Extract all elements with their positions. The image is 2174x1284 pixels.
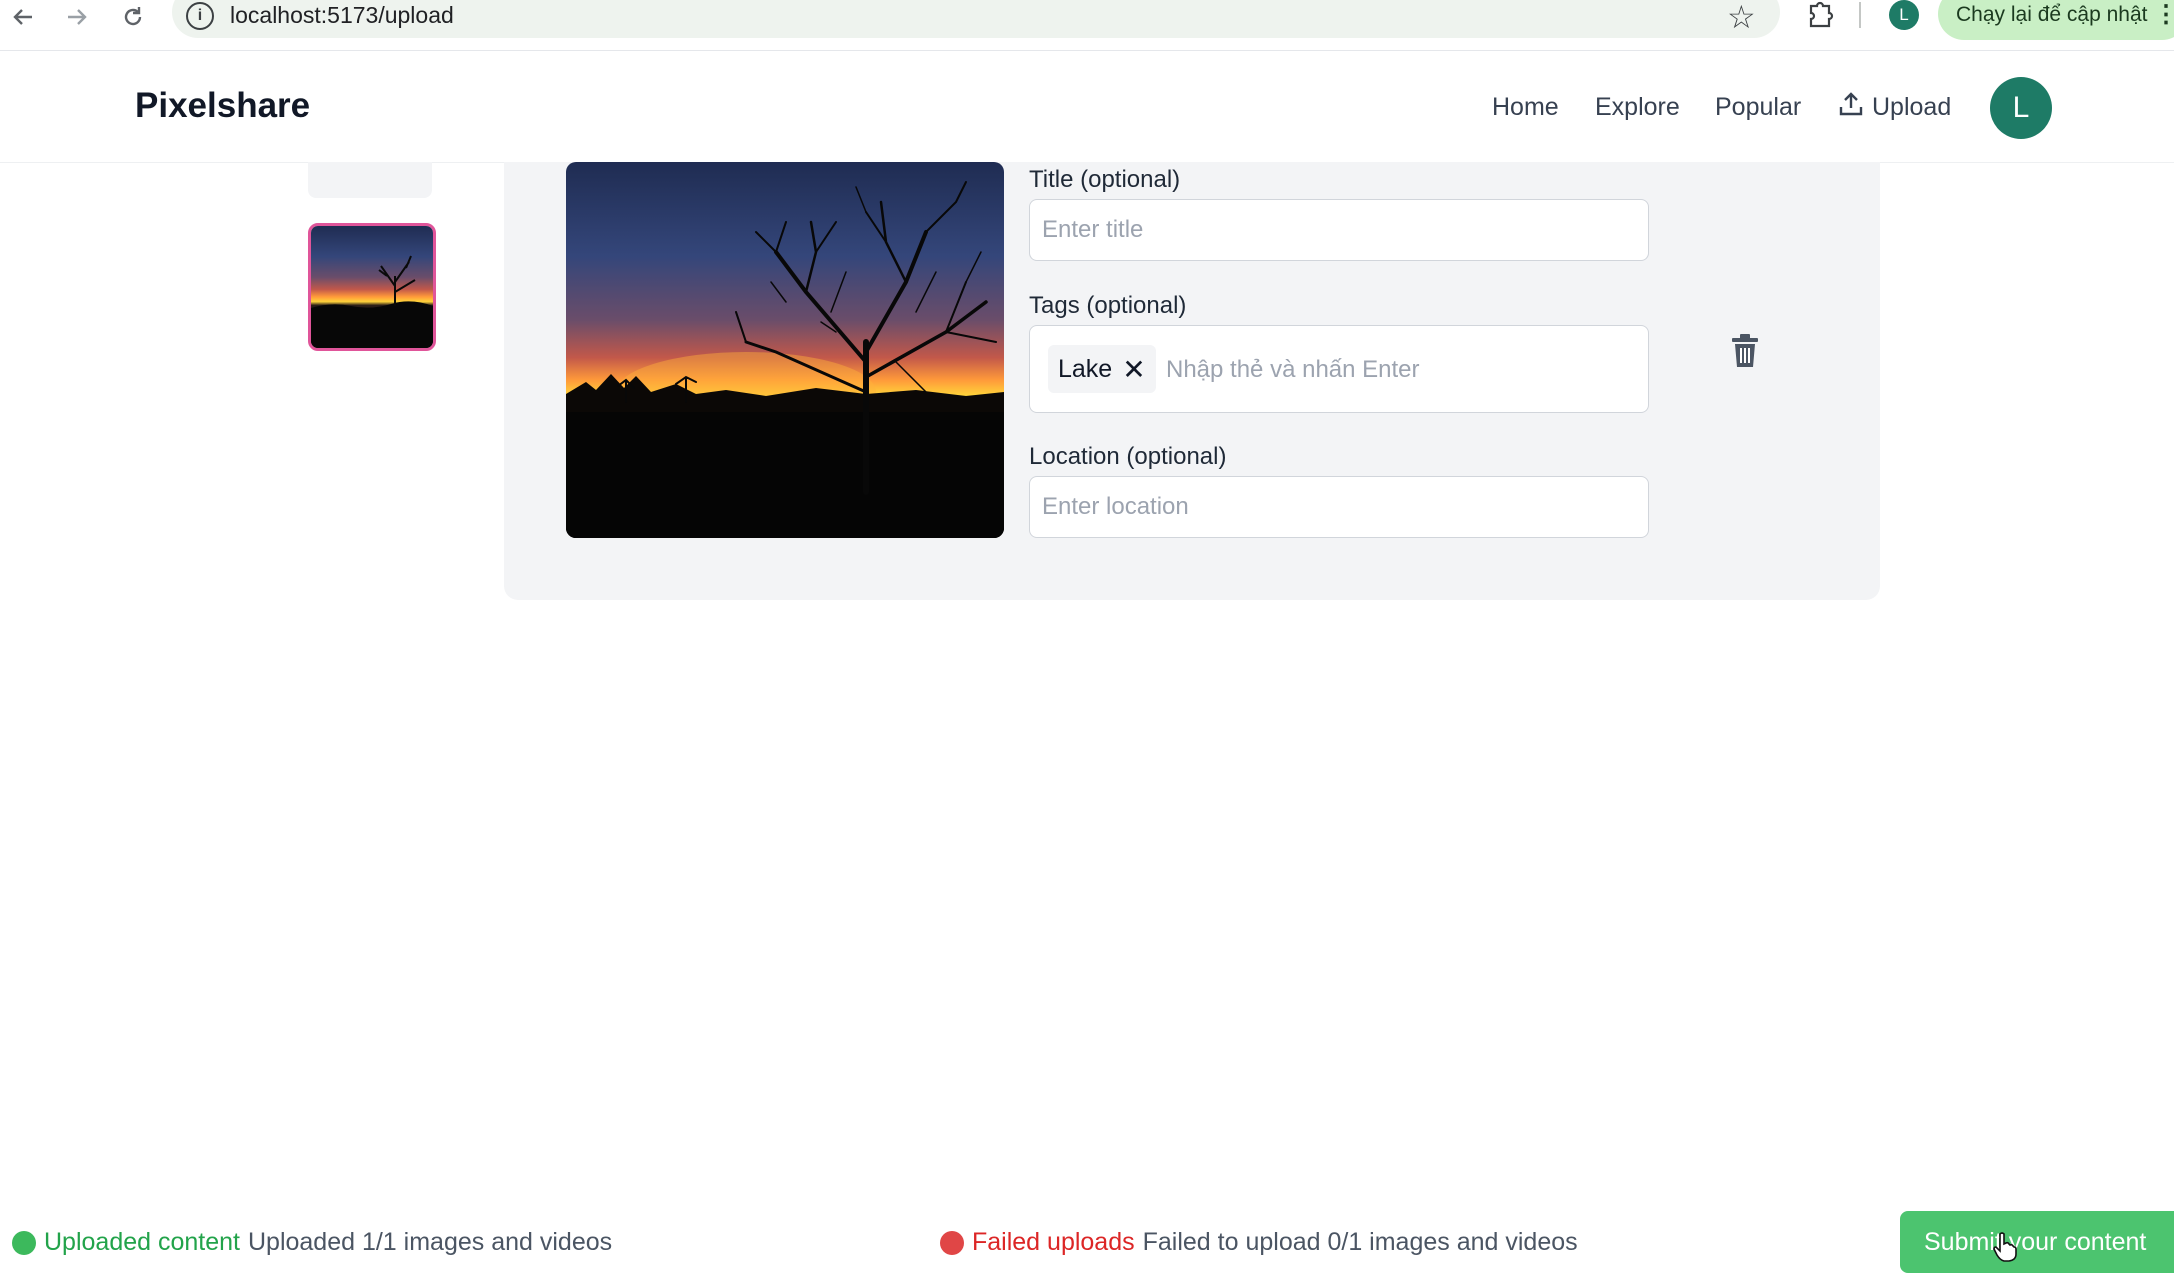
failed-detail: Failed to upload 0/1 images and videos [1142, 1228, 1578, 1256]
nav-home[interactable]: Home [1492, 93, 1559, 122]
browser-menu-icon[interactable]: ⋮ [2154, 0, 2174, 30]
uploaded-detail: Uploaded 1/1 images and videos [247, 1228, 613, 1256]
hand-cursor-icon [1993, 1232, 2017, 1262]
browser-profile-avatar[interactable]: L [1889, 0, 1919, 30]
media-thumbnail[interactable] [308, 162, 432, 198]
location-label: Location (optional) [1029, 443, 1227, 470]
browser-toolbar: i localhost:5173/upload ☆ L Chạy lại để … [0, 0, 2174, 51]
submit-content-button[interactable]: Submit your content [1900, 1211, 2174, 1273]
upload-success-status: Uploaded content Uploaded 1/1 images and… [12, 1228, 612, 1257]
user-avatar[interactable]: L [1990, 77, 2052, 139]
back-arrow-icon[interactable] [8, 2, 38, 32]
nav-explore[interactable]: Explore [1595, 93, 1680, 122]
title-input[interactable] [1029, 199, 1649, 261]
upload-icon [1838, 91, 1864, 124]
success-dot [12, 1230, 36, 1255]
nav-upload[interactable]: Upload [1838, 91, 1951, 124]
brand-logo[interactable]: Pixelshare [135, 86, 310, 126]
close-icon[interactable]: ✕ [1122, 353, 1145, 386]
tags-input[interactable] [1164, 346, 1628, 394]
media-preview-image [566, 162, 1004, 538]
nav-upload-label: Upload [1872, 93, 1952, 121]
url-text[interactable]: localhost:5173/upload [230, 0, 454, 30]
location-input[interactable] [1029, 476, 1649, 538]
error-dot [940, 1230, 964, 1255]
tags-label: Tags (optional) [1029, 292, 1187, 319]
title-label: Title (optional) [1029, 166, 1181, 193]
bookmark-star-icon[interactable]: ☆ [1727, 0, 1756, 36]
upload-failed-status: Failed uploads Failed to upload 0/1 imag… [940, 1228, 1578, 1257]
tag-chip: Lake ✕ [1048, 345, 1156, 393]
extensions-icon[interactable] [1806, 0, 1836, 28]
tags-field[interactable]: Lake ✕ [1029, 325, 1649, 413]
forward-arrow-icon[interactable] [62, 2, 92, 32]
tag-chip-label: Lake [1058, 354, 1113, 383]
site-info-icon[interactable]: i [186, 2, 214, 30]
reload-icon[interactable] [118, 2, 148, 32]
failed-title: Failed uploads [972, 1228, 1135, 1256]
toolbar-divider [1859, 2, 1861, 28]
app-header: Pixelshare Home Explore Popular Upload L [0, 51, 2174, 163]
uploaded-title: Uploaded content [44, 1228, 240, 1256]
update-button-label[interactable]: Chạy lại để cập nhật [1956, 0, 2147, 30]
media-thumbnail-selected[interactable] [308, 223, 436, 351]
nav-popular[interactable]: Popular [1715, 93, 1801, 122]
trash-icon[interactable] [1731, 334, 1759, 368]
